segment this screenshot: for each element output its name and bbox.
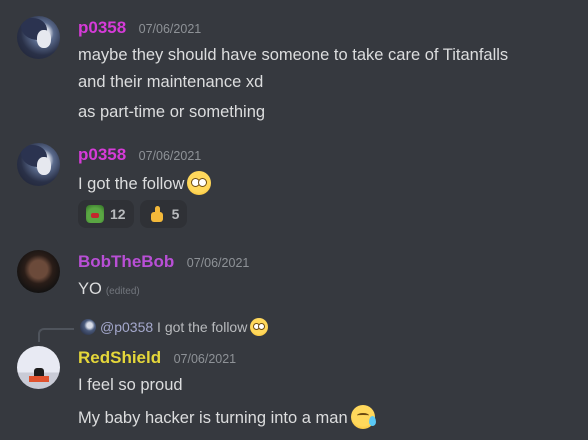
message-text: I feel so proud [78,376,183,394]
avatar[interactable] [17,250,60,293]
reaction-count: 5 [171,206,180,222]
reaction-thumbs-up[interactable]: 5 [139,200,188,228]
edited-label: (edited) [105,286,140,297]
frog-emoji [86,205,104,223]
avatar[interactable] [17,143,60,186]
timestamp: 07/06/2021 [138,149,202,163]
timestamp: 07/06/2021 [138,22,202,36]
thumbs-up-emoji [148,205,166,223]
username[interactable]: p0358 [78,18,126,37]
message-text: as part-time or something [78,103,266,121]
message-text: I got the follow [78,175,185,193]
timestamp: 07/06/2021 [186,256,250,270]
message-line: I got the follow [78,171,212,195]
reply-mention[interactable]: @p0358 [100,319,153,335]
reply-spine [38,328,74,342]
flushed-face-emoji [187,171,212,195]
flushed-face-emoji [250,318,269,336]
message-text: maybe they should have someone to take c… [78,46,509,64]
avatar[interactable] [17,16,60,59]
timestamp: 07/06/2021 [173,352,237,366]
reaction-count: 12 [110,206,126,222]
reaction-frog[interactable]: 12 [78,200,134,228]
message-line: YO (edited) [78,278,140,303]
username[interactable]: p0358 [78,145,126,164]
reply-preview[interactable]: @p0358 I got the follow [80,318,269,336]
message-text: and their maintenance xd [78,73,264,91]
message-text: My baby hacker is turning into a man [78,409,348,427]
username[interactable]: RedShield [78,348,161,367]
avatar [80,319,96,335]
reply-text: I got the follow [157,319,248,335]
message-line: My baby hacker is turning into a man [78,405,376,429]
avatar[interactable] [17,346,60,389]
face-holding-back-tears-emoji [350,405,376,429]
reactions: 12 5 [78,200,188,228]
message-text: YO [78,280,102,298]
username[interactable]: BobTheBob [78,252,174,271]
